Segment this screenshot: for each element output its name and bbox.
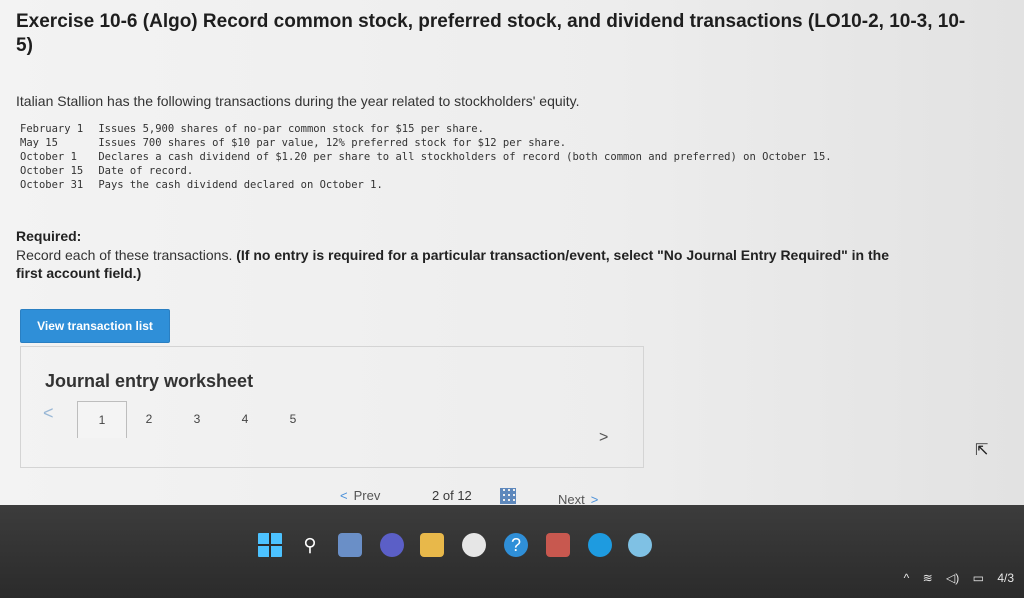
- clock[interactable]: 4/3: [997, 571, 1014, 585]
- transaction-date: October 31: [20, 179, 84, 191]
- transaction-row: February 1 Issues 5,900 shares of no-par…: [20, 122, 940, 136]
- worksheet-title: Journal entry worksheet: [45, 371, 254, 391]
- tray-chevron-icon[interactable]: ^: [904, 571, 910, 585]
- transaction-text: Date of record.: [98, 165, 194, 177]
- mouse-cursor-icon: ⇱: [975, 442, 989, 459]
- grid-icon[interactable]: [500, 488, 516, 504]
- transaction-date: February 1: [20, 123, 84, 135]
- worksheet-tab-3[interactable]: 3: [173, 401, 221, 437]
- store-icon[interactable]: [462, 533, 486, 557]
- worksheet-tab-2[interactable]: 2: [125, 401, 173, 437]
- transaction-row: October 1 Declares a cash dividend of $1…: [20, 150, 940, 164]
- page-total: of 12: [442, 488, 472, 503]
- exercise-title: Exercise 10-6 (Algo) Record common stock…: [16, 11, 966, 56]
- teams-icon[interactable]: [380, 533, 404, 557]
- required-instructions: Record each of these transactions. (If n…: [16, 246, 916, 282]
- prev-button[interactable]: < Prev: [340, 488, 380, 503]
- windows-start-icon[interactable]: [258, 533, 282, 557]
- current-page: 2: [432, 488, 440, 503]
- photos-icon[interactable]: [338, 533, 362, 557]
- battery-icon[interactable]: ▭: [973, 571, 984, 585]
- transaction-row: October 15 Date of record.: [20, 164, 940, 178]
- intro-text: Italian Stallion has the following trans…: [16, 93, 580, 109]
- transaction-date: October 15: [20, 165, 84, 177]
- transaction-text: Issues 5,900 shares of no-par common sto…: [98, 123, 484, 135]
- game-icon[interactable]: [546, 533, 570, 557]
- system-tray: ^ ≋ ◁) ▭ 4/3: [894, 571, 1014, 591]
- worksheet-tab-1[interactable]: 1: [77, 401, 127, 438]
- file-explorer-icon[interactable]: [420, 533, 444, 557]
- wifi-icon[interactable]: ≋: [923, 571, 933, 585]
- required-heading: Required:: [16, 228, 82, 244]
- prev-label: Prev: [353, 488, 381, 503]
- search-icon[interactable]: ⚲: [298, 533, 322, 557]
- journal-entry-worksheet: Journal entry worksheet < 1 2 3 4 5 >: [20, 346, 644, 468]
- worksheet-prev-arrow-icon[interactable]: <: [43, 403, 54, 424]
- transaction-row: October 31 Pays the cash dividend declar…: [20, 178, 940, 192]
- worksheet-tab-nav: < 1 2 3 4 5 >: [43, 401, 623, 446]
- worksheet-tab-4[interactable]: 4: [221, 401, 269, 437]
- worksheet-next-arrow-icon[interactable]: >: [599, 429, 608, 447]
- transaction-text: Declares a cash dividend of $1.20 per sh…: [98, 151, 832, 163]
- transaction-date: May 15: [20, 137, 58, 149]
- transaction-date: October 1: [20, 151, 77, 163]
- browser-page: Exercise 10-6 (Algo) Record common stock…: [0, 0, 1024, 507]
- transaction-list: February 1 Issues 5,900 shares of no-par…: [20, 122, 940, 192]
- chevron-left-icon: <: [340, 488, 348, 503]
- worksheet-tab-5[interactable]: 5: [269, 401, 317, 437]
- page-counter: 2 of 12: [432, 488, 472, 503]
- transaction-text: Issues 700 shares of $10 par value, 12% …: [98, 137, 567, 149]
- edge-icon[interactable]: [588, 533, 612, 557]
- help-icon[interactable]: ?: [504, 533, 528, 557]
- volume-icon[interactable]: ◁): [946, 571, 959, 585]
- taskbar: ⚲ ? ^ ≋ ◁) ▭ 4/3: [0, 505, 1024, 598]
- view-transaction-list-button[interactable]: View transaction list: [20, 309, 170, 343]
- required-text: Record each of these transactions.: [16, 247, 233, 263]
- transaction-row: May 15 Issues 700 shares of $10 par valu…: [20, 136, 940, 150]
- transaction-text: Pays the cash dividend declared on Octob…: [98, 179, 383, 191]
- chrome-icon[interactable]: [628, 533, 652, 557]
